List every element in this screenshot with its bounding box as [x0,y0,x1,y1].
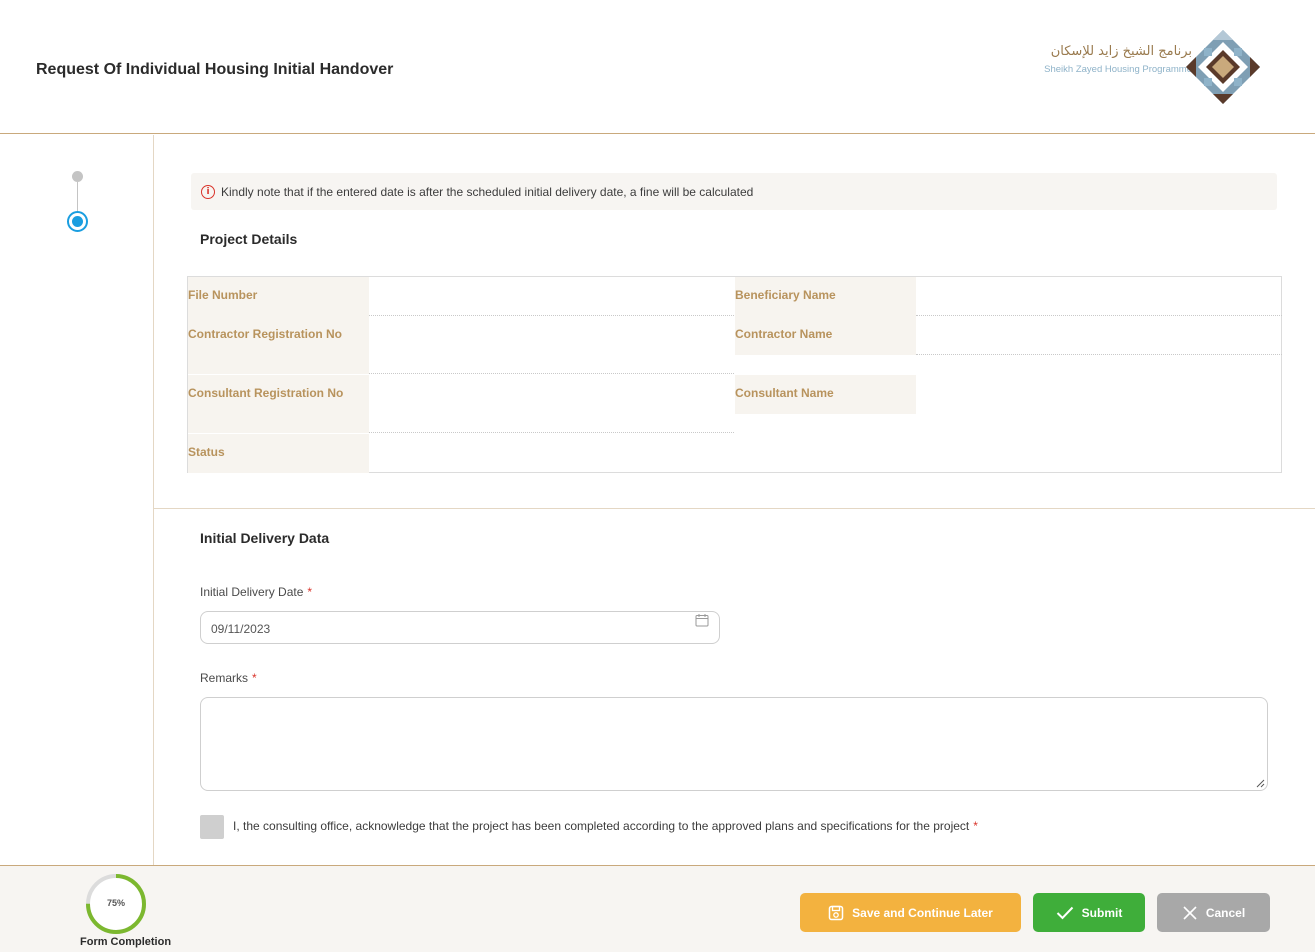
resize-handle-icon[interactable] [1255,778,1265,788]
required-marker: * [973,819,978,833]
cancel-button[interactable]: Cancel [1157,893,1270,932]
delivery-date-label-text: Initial Delivery Date [200,585,304,599]
step-indicator-1[interactable] [72,171,83,182]
sidebar-divider [153,135,154,865]
project-details-table: File Number Beneficiary Name Contractor … [187,276,1282,473]
file-number-value [369,277,734,316]
remarks-textarea[interactable] [200,697,1268,791]
calendar-icon[interactable] [695,613,709,627]
logo-emblem-icon [1186,30,1260,104]
delivery-date-value: 09/11/2023 [211,622,271,636]
fine-notice: i Kindly note that if the entered date i… [191,173,1277,210]
page-title: Request Of Individual Housing Initial Ha… [36,61,394,78]
consultant-registration-label: Consultant Registration No [188,375,369,433]
contractor-registration-label: Contractor Registration No [188,316,369,374]
initial-delivery-title: Initial Delivery Data [200,530,330,546]
step-connector [77,182,78,212]
logo-arabic-text: برنامج الشيخ زايد للإسكان [1050,44,1192,59]
acknowledge-checkbox[interactable] [200,815,224,839]
file-number-label: File Number [188,277,369,316]
logo-english-text: Sheikh Zayed Housing Programme [1044,64,1192,75]
form-completion-caption: Form Completion [80,936,172,948]
beneficiary-name-label: Beneficiary Name [735,277,916,316]
brand-logo: برنامج الشيخ زايد للإسكان Sheikh Zayed H… [1030,26,1292,108]
remarks-label: Remarks * [200,671,257,685]
form-footer: 75% Form Completion Save and Continue La… [0,865,1315,952]
form-completion-percent: 75% [106,898,125,908]
section-divider [154,508,1315,509]
consultant-name-label: Consultant Name [735,375,916,414]
acknowledge-text: I, the consulting office, acknowledge th… [233,819,970,833]
close-icon [1183,905,1197,920]
info-icon: i [201,184,215,199]
delivery-date-label: Initial Delivery Date * [200,585,312,599]
consultant-registration-value [369,375,734,433]
remarks-label-text: Remarks [200,671,249,685]
save-icon [828,905,844,920]
acknowledge-label: I, the consulting office, acknowledge th… [233,819,978,833]
cancel-button-label: Cancel [1205,905,1246,920]
contractor-registration-value [369,316,734,374]
notice-text: Kindly note that if the entered date is … [221,184,754,199]
contractor-name-value [916,316,1282,355]
required-marker: * [307,585,313,599]
step-indicator-current[interactable] [67,211,88,232]
status-value [369,434,734,473]
project-details-title: Project Details [200,231,298,247]
required-marker: * [252,671,257,685]
delivery-date-input[interactable]: 09/11/2023 [200,611,720,644]
beneficiary-name-value [916,277,1282,316]
page-header: Request Of Individual Housing Initial Ha… [0,0,1315,134]
checkmark-icon [1056,906,1073,919]
status-label: Status [188,434,369,473]
submit-button-label: Submit [1081,905,1123,920]
submit-button[interactable]: Submit [1033,893,1145,932]
save-button-label: Save and Continue Later [852,905,993,920]
contractor-name-label: Contractor Name [735,316,916,355]
save-and-continue-later-button[interactable]: Save and Continue Later [800,893,1021,932]
